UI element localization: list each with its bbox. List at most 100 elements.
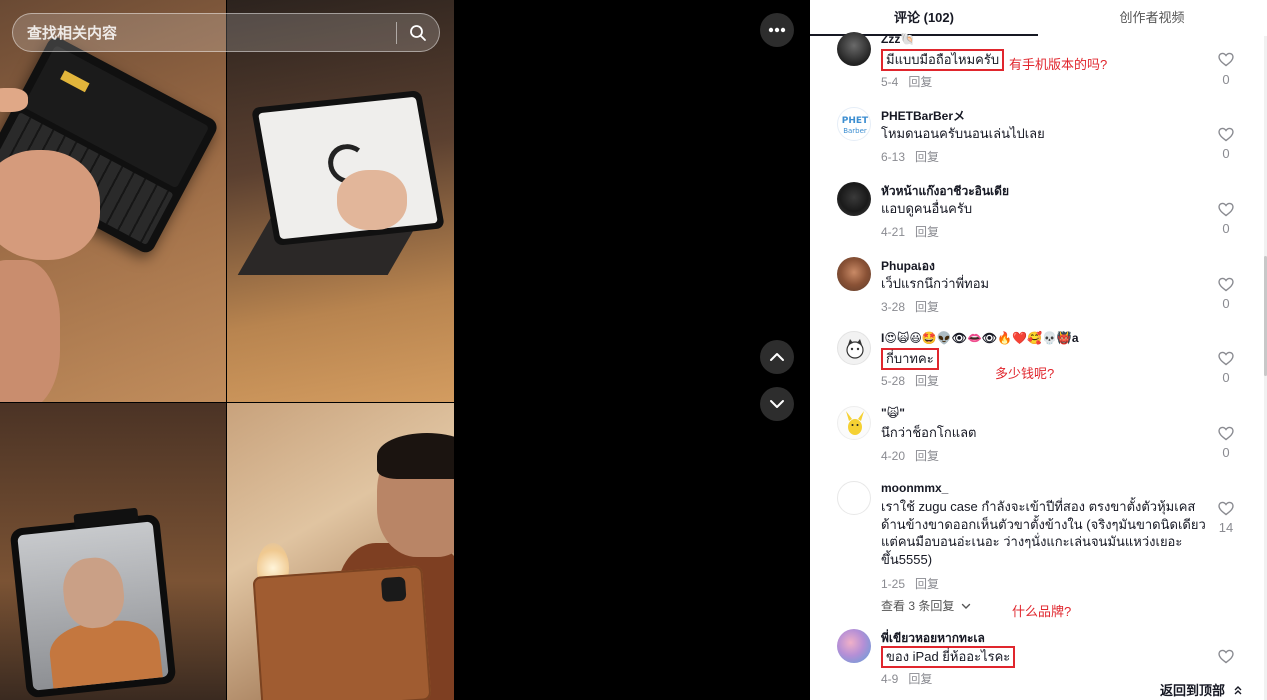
like-button[interactable] xyxy=(1214,202,1238,222)
video-player[interactable]: 查找相关内容 xyxy=(0,0,810,700)
like-count: 0 xyxy=(1222,445,1230,460)
comment-text: ของ iPad ยี่ห้ออะไรคะ xyxy=(881,646,1016,668)
avatar[interactable] xyxy=(837,331,871,365)
comment-date: 1-25 xyxy=(881,577,906,591)
comment-text: เว็ปแรกนึกว่าพี่ทอม xyxy=(881,276,990,291)
like-button[interactable] xyxy=(1214,351,1238,371)
comment-username[interactable]: I😍🙀😃🤩👽👁👄👁🔥❤️🥰💀👹a xyxy=(881,331,1079,345)
avatar[interactable] xyxy=(837,629,871,663)
tab-creator-videos[interactable]: 创作者视频 xyxy=(1038,0,1266,36)
comment-meta: 4-20 回复 xyxy=(881,447,939,464)
search-input[interactable]: 查找相关内容 xyxy=(13,22,396,43)
comment-date: 6-13 xyxy=(881,150,906,164)
comment-text: กี่บาทคะ xyxy=(881,348,939,370)
reply-button[interactable]: 回复 xyxy=(908,75,932,89)
comment-text: โหมดนอนครับนอนเล่นไปเลย xyxy=(881,126,1045,141)
avatar[interactable] xyxy=(837,32,871,66)
like-button[interactable] xyxy=(1214,127,1238,147)
video-frame xyxy=(0,0,454,700)
annotation-note: 有手机版本的吗? xyxy=(1009,57,1108,72)
heart-icon xyxy=(1218,351,1234,366)
comment-text: มีแบบมือถือไหมครับ xyxy=(881,49,1005,71)
pikachu-icon xyxy=(846,411,864,435)
comment-text: แอบดูคนอื่นครับ xyxy=(881,201,973,216)
comment-username[interactable]: "🙀" xyxy=(881,406,905,420)
avatar[interactable] xyxy=(837,481,871,515)
comment-meta: 5-28 回复 xyxy=(881,372,939,389)
panel-tabs: 评论 (102) 创作者视频 xyxy=(810,0,1267,36)
cat-icon xyxy=(846,339,864,359)
back-to-top-button[interactable]: 返回到顶部 xyxy=(1160,680,1243,699)
reply-button[interactable]: 回复 xyxy=(908,672,932,686)
reply-button[interactable]: 回复 xyxy=(915,225,939,239)
like-button[interactable] xyxy=(1214,501,1238,521)
comment-date: 5-28 xyxy=(881,374,906,388)
reply-button[interactable]: 回复 xyxy=(915,150,939,164)
comment-meta: 4-21 回复 xyxy=(881,223,939,240)
comment-meta: 3-28 回复 xyxy=(881,298,939,315)
like-button[interactable] xyxy=(1214,649,1238,669)
photo-tablet-keyboard xyxy=(0,0,226,402)
heart-icon xyxy=(1218,52,1234,67)
view-replies-button[interactable]: 查看 3 条回复 xyxy=(881,597,971,614)
comment-date: 3-28 xyxy=(881,300,906,314)
like-count: 0 xyxy=(1222,370,1230,385)
photo-man-tablet xyxy=(227,403,454,700)
heart-icon xyxy=(1218,127,1234,142)
search-button[interactable] xyxy=(397,13,439,52)
comment-username[interactable]: Phupaเอง xyxy=(881,257,935,276)
comment-username[interactable]: PHETBarBerメ xyxy=(881,107,965,124)
heart-icon xyxy=(1218,649,1234,664)
comment-text: นึกว่าช็อกโกแลต xyxy=(881,425,977,440)
next-video-button[interactable] xyxy=(760,387,794,421)
more-icon xyxy=(768,27,786,33)
reply-button[interactable]: 回复 xyxy=(915,374,939,388)
svg-text:PHET: PHET xyxy=(842,116,869,126)
like-button[interactable] xyxy=(1214,277,1238,297)
annotation-note: 什么品牌? xyxy=(1012,604,1072,619)
chevron-up-icon xyxy=(770,353,784,361)
reply-button[interactable]: 回复 xyxy=(915,449,939,463)
comment-meta: 6-13 回复 xyxy=(881,148,939,165)
comment-username[interactable]: หัวหน้าแก๊งอาชีวะอินเดีย xyxy=(881,182,1009,201)
heart-icon xyxy=(1218,501,1234,516)
tab-comments[interactable]: 评论 (102) xyxy=(810,0,1038,36)
like-button[interactable] xyxy=(1214,426,1238,446)
comment-username[interactable]: Zzz🐚 xyxy=(881,32,915,46)
comments-panel: 评论 (102) 创作者视频 Zzz🐚 มีแบบมือถือไหมครับ 有… xyxy=(810,0,1267,700)
annotation-note: 多少钱呢? xyxy=(995,366,1055,381)
avatar[interactable] xyxy=(837,182,871,216)
search-icon xyxy=(410,24,426,41)
avatar[interactable] xyxy=(837,257,871,291)
view-replies-label: 查看 3 条回复 xyxy=(881,599,955,613)
comment-meta: 1-25 回复 xyxy=(881,575,939,592)
photo-tablet-videocall xyxy=(0,403,226,700)
phet-barber-logo: PHETBarber xyxy=(842,116,869,135)
avatar[interactable]: PHET Barber xyxy=(837,107,871,141)
double-chevron-up-icon xyxy=(1234,686,1242,695)
comment-date: 5-4 xyxy=(881,75,899,89)
chevron-down-icon xyxy=(770,400,784,408)
comment-meta: 5-4 回复 xyxy=(881,73,932,90)
reply-button[interactable]: 回复 xyxy=(915,577,939,591)
heart-icon xyxy=(1218,202,1234,217)
comment-date: 4-20 xyxy=(881,449,906,463)
like-count: 14 xyxy=(1218,520,1234,535)
like-button[interactable] xyxy=(1214,52,1238,72)
comment-username[interactable]: moonmmx_ xyxy=(881,481,948,495)
more-options-button[interactable] xyxy=(760,13,794,47)
like-count: 0 xyxy=(1222,221,1230,236)
like-count: 0 xyxy=(1222,296,1230,311)
avatar[interactable] xyxy=(837,406,871,440)
search-bar[interactable]: 查找相关内容 xyxy=(12,13,440,52)
comment-date: 4-9 xyxy=(881,672,899,686)
reply-button[interactable]: 回复 xyxy=(915,300,939,314)
comment-meta: 4-9 回复 xyxy=(881,670,932,687)
like-count: 0 xyxy=(1222,72,1230,87)
heart-icon xyxy=(1218,277,1234,292)
back-to-top-label: 返回到顶部 xyxy=(1160,683,1226,698)
svg-text:Barber: Barber xyxy=(843,127,867,135)
previous-video-button[interactable] xyxy=(760,340,794,374)
chevron-down-icon xyxy=(961,603,970,609)
photo-tablet-stand xyxy=(227,0,454,402)
